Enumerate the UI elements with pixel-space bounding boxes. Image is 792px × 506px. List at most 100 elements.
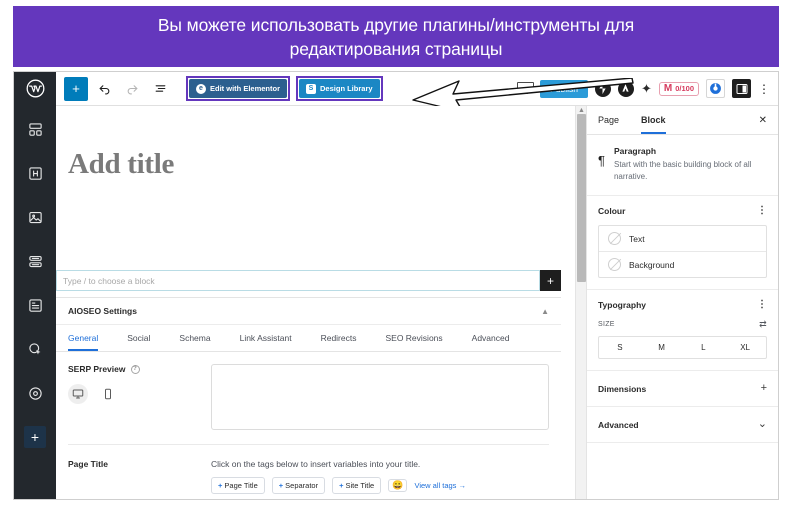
plus-icon[interactable]: + xyxy=(761,383,767,394)
add-icon[interactable]: + xyxy=(24,426,46,448)
font-size-l[interactable]: L xyxy=(683,343,725,352)
tab-page[interactable]: Page xyxy=(598,107,619,134)
publish-button[interactable]: Publish xyxy=(540,79,588,98)
tab-block[interactable]: Block xyxy=(641,107,666,134)
sidebar-tabs: Page Block ✕ xyxy=(587,106,778,135)
tag-separator-label: Separator xyxy=(285,481,319,490)
background-colour-label: Background xyxy=(629,259,675,270)
chevron-down-icon[interactable]: ⌄ xyxy=(758,419,767,430)
tab-general[interactable]: General xyxy=(68,333,99,351)
serp-preview-row: SERP Preview ? xyxy=(68,364,549,430)
serp-preview-box xyxy=(211,364,549,430)
editor-toolbar: + e Edit with Elementor S Design Library… xyxy=(14,72,778,106)
serp-preview-label: SERP Preview xyxy=(68,364,126,374)
seo-score-badge[interactable]: M 0/100 xyxy=(658,81,699,96)
heading-icon[interactable] xyxy=(24,162,46,184)
tag-site-title-button[interactable]: + Site Title xyxy=(332,477,382,494)
design-library-icon: S xyxy=(306,83,317,94)
colour-row-background[interactable]: Background xyxy=(599,251,766,277)
toolbar-left-group: + xyxy=(56,76,172,101)
design-library-button[interactable]: S Design Library xyxy=(299,79,380,98)
list-block-icon[interactable] xyxy=(24,294,46,316)
preview-icon[interactable] xyxy=(517,82,535,95)
serp-preview-label-group: SERP Preview ? xyxy=(68,364,193,374)
block-add-button[interactable]: + xyxy=(540,270,561,291)
sparkle-icon[interactable]: ✦ xyxy=(641,82,652,95)
font-size-m[interactable]: M xyxy=(641,343,683,352)
list-view-button[interactable] xyxy=(148,77,172,101)
elementor-button-highlight: e Edit with Elementor xyxy=(186,76,291,101)
typography-section: Typography ⋮ SIZE ⇄ S M L XL xyxy=(587,290,778,372)
dimensions-section[interactable]: Dimensions + xyxy=(587,371,778,408)
typography-options-icon[interactable]: ⋮ xyxy=(757,300,767,310)
font-size-s[interactable]: S xyxy=(599,343,641,352)
tag-page-title-button[interactable]: + Page Title xyxy=(211,477,265,494)
colour-options-icon[interactable]: ⋮ xyxy=(757,206,767,216)
close-icon[interactable]: ✕ xyxy=(759,115,767,126)
desktop-preview-icon[interactable] xyxy=(68,384,88,404)
scrollbar-thumb[interactable] xyxy=(577,114,586,282)
settings-sidebar-toggle-icon[interactable] xyxy=(732,79,751,98)
block-card: ¶ Paragraph Start with the basic buildin… xyxy=(587,135,778,197)
aioseo-settings-panel: AIOSEO Settings ▲ General Social Schema … xyxy=(56,297,561,499)
aioseo-tabs: General Social Schema Link Assistant Red… xyxy=(56,325,561,352)
editor-canvas: Add title Type / to choose a block + AIO… xyxy=(56,106,575,499)
colour-row-text[interactable]: Text xyxy=(599,226,766,251)
tab-redirects[interactable]: Redirects xyxy=(321,333,357,351)
tag-site-title-label: Site Title xyxy=(345,481,375,490)
aioseo-panel-header[interactable]: AIOSEO Settings ▲ xyxy=(56,298,561,325)
tag-separator-button[interactable]: + Separator xyxy=(271,477,326,494)
tab-schema[interactable]: Schema xyxy=(179,333,210,351)
block-placeholder-input[interactable]: Type / to choose a block xyxy=(56,270,540,291)
aioseo-panel-title: AIOSEO Settings xyxy=(68,306,137,316)
image-icon[interactable] xyxy=(24,206,46,228)
tag-buttons-row: + Page Title + Separator + Site Title 😀 Vie… xyxy=(211,477,549,494)
score-value: 0/100 xyxy=(675,84,694,93)
score-mark-icon: M xyxy=(663,82,673,94)
block-appender-row: Type / to choose a block + xyxy=(56,270,561,291)
serp-preview-left: SERP Preview ? xyxy=(68,364,193,430)
advanced-section[interactable]: Advanced ⌄ xyxy=(587,407,778,444)
undo-button[interactable] xyxy=(92,77,116,101)
emoji-picker-button[interactable]: 😀 xyxy=(388,479,408,492)
screenshot-root: Вы можете использовать другие плагины/ин… xyxy=(0,0,792,506)
settings-icon[interactable] xyxy=(24,382,46,404)
tab-link-assistant[interactable]: Link Assistant xyxy=(240,333,292,351)
akismet-icon[interactable] xyxy=(617,80,634,97)
toolbar-right-group: Publish ✦ M 0/100 ⋮ xyxy=(517,79,778,98)
edit-with-elementor-button[interactable]: e Edit with Elementor xyxy=(189,79,288,98)
jetpack-icon[interactable] xyxy=(594,80,611,97)
font-size-options: S M L XL xyxy=(598,336,767,360)
background-colour-swatch-icon[interactable] xyxy=(608,258,621,272)
view-all-tags-link[interactable]: View all tags → xyxy=(414,481,466,490)
tab-advanced[interactable]: Advanced xyxy=(472,333,510,351)
help-icon[interactable]: ? xyxy=(130,364,140,374)
columns-icon[interactable] xyxy=(24,250,46,272)
scroll-up-arrow-icon[interactable]: ▲ xyxy=(578,107,585,114)
add-block-button[interactable]: + xyxy=(64,76,88,101)
chevron-up-icon[interactable]: ▲ xyxy=(541,307,549,316)
mobile-preview-icon[interactable] xyxy=(98,384,118,404)
aioseo-settings-icon[interactable] xyxy=(706,79,725,98)
blocks-icon[interactable] xyxy=(24,118,46,140)
post-title-placeholder[interactable]: Add title xyxy=(56,106,575,181)
size-label-row: SIZE ⇄ xyxy=(598,319,767,330)
block-name: Paragraph xyxy=(613,146,657,156)
tag-page-title-label: Page Title xyxy=(224,481,258,490)
more-options-icon[interactable]: ⋮ xyxy=(758,83,770,95)
tab-social[interactable]: Social xyxy=(127,333,150,351)
typography-title: Typography xyxy=(598,300,647,311)
colour-swatch-group: Text Background xyxy=(598,225,767,279)
text-colour-swatch-icon[interactable] xyxy=(608,232,621,246)
caption-banner: Вы можете использовать другие плагины/ин… xyxy=(13,6,779,67)
cursor-icon[interactable] xyxy=(24,338,46,360)
wordpress-editor-screenshot: + e Edit with Elementor S Design Library… xyxy=(13,71,779,500)
page-title-hint: Click on the tags below to insert variab… xyxy=(211,459,421,469)
plus-icon: + xyxy=(218,481,223,490)
redo-button[interactable] xyxy=(120,77,144,101)
tab-seo-revisions[interactable]: SEO Revisions xyxy=(385,333,442,351)
wordpress-logo-icon[interactable] xyxy=(14,72,56,106)
editor-scrollbar[interactable]: ▲ xyxy=(575,106,586,499)
size-custom-icon[interactable]: ⇄ xyxy=(759,319,767,330)
font-size-xl[interactable]: XL xyxy=(724,343,766,352)
